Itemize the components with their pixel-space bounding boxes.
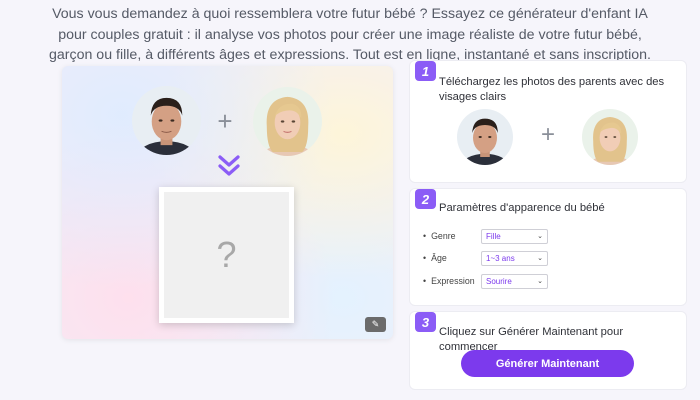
intro-text: Vous vous demandez à quoi ressemblera vo… xyxy=(40,4,660,66)
mother-upload[interactable] xyxy=(582,109,638,165)
gender-select[interactable]: Fille ⌄ xyxy=(481,228,548,244)
mother-photo xyxy=(253,87,322,156)
plus-icon: + xyxy=(540,121,555,148)
magic-wand-button[interactable]: ✎ xyxy=(365,317,386,332)
intro-line-1: Vous vous demandez à quoi ressemblera vo… xyxy=(52,6,648,22)
gender-label: Genre xyxy=(423,231,481,241)
baby-result-frame: ? xyxy=(159,187,294,323)
generate-now-button[interactable]: Générer Maintenant xyxy=(461,350,634,377)
chevron-down-icon: ⌄ xyxy=(537,278,543,285)
chevron-down-icon: ⌄ xyxy=(537,255,543,262)
step-1-title: Téléchargez les photos des parents avec … xyxy=(439,76,665,103)
step-3-badge: 3 xyxy=(415,312,436,332)
preview-panel: + ? ✎ xyxy=(62,66,393,339)
step-1-card: 1 Téléchargez les photos des parents ave… xyxy=(409,60,687,183)
expression-label: Expression xyxy=(423,276,481,286)
intro-line-2: pour couples gratuit : il analyse vos ph… xyxy=(58,26,642,43)
expression-value: Sourire xyxy=(486,276,512,286)
param-row-expression: Expression Sourire ⌄ xyxy=(423,273,548,289)
step-3-card: 3 Cliquez sur Générer Maintenant pour co… xyxy=(409,311,687,390)
chevron-down-icon xyxy=(218,155,240,176)
step-2-title: Paramètres d'apparence du bébé xyxy=(439,202,605,214)
father-upload[interactable] xyxy=(457,109,513,165)
param-row-age: Âge 1~3 ans ⌄ xyxy=(423,250,548,266)
expression-select[interactable]: Sourire ⌄ xyxy=(481,273,548,289)
gender-value: Fille xyxy=(486,231,501,241)
father-photo xyxy=(132,86,201,155)
plus-icon: + xyxy=(217,106,233,136)
param-row-gender: Genre Fille ⌄ xyxy=(423,228,548,244)
question-mark-icon: ? xyxy=(164,192,289,318)
age-value: 1~3 ans xyxy=(486,253,515,263)
step-2-badge: 2 xyxy=(415,189,436,209)
chevron-down-icon: ⌄ xyxy=(537,233,543,240)
age-select[interactable]: 1~3 ans ⌄ xyxy=(481,250,548,266)
step-2-card: 2 Paramètres d'apparence du bébé Genre F… xyxy=(409,188,687,306)
step-1-badge: 1 xyxy=(415,61,436,81)
age-label: Âge xyxy=(423,253,481,263)
